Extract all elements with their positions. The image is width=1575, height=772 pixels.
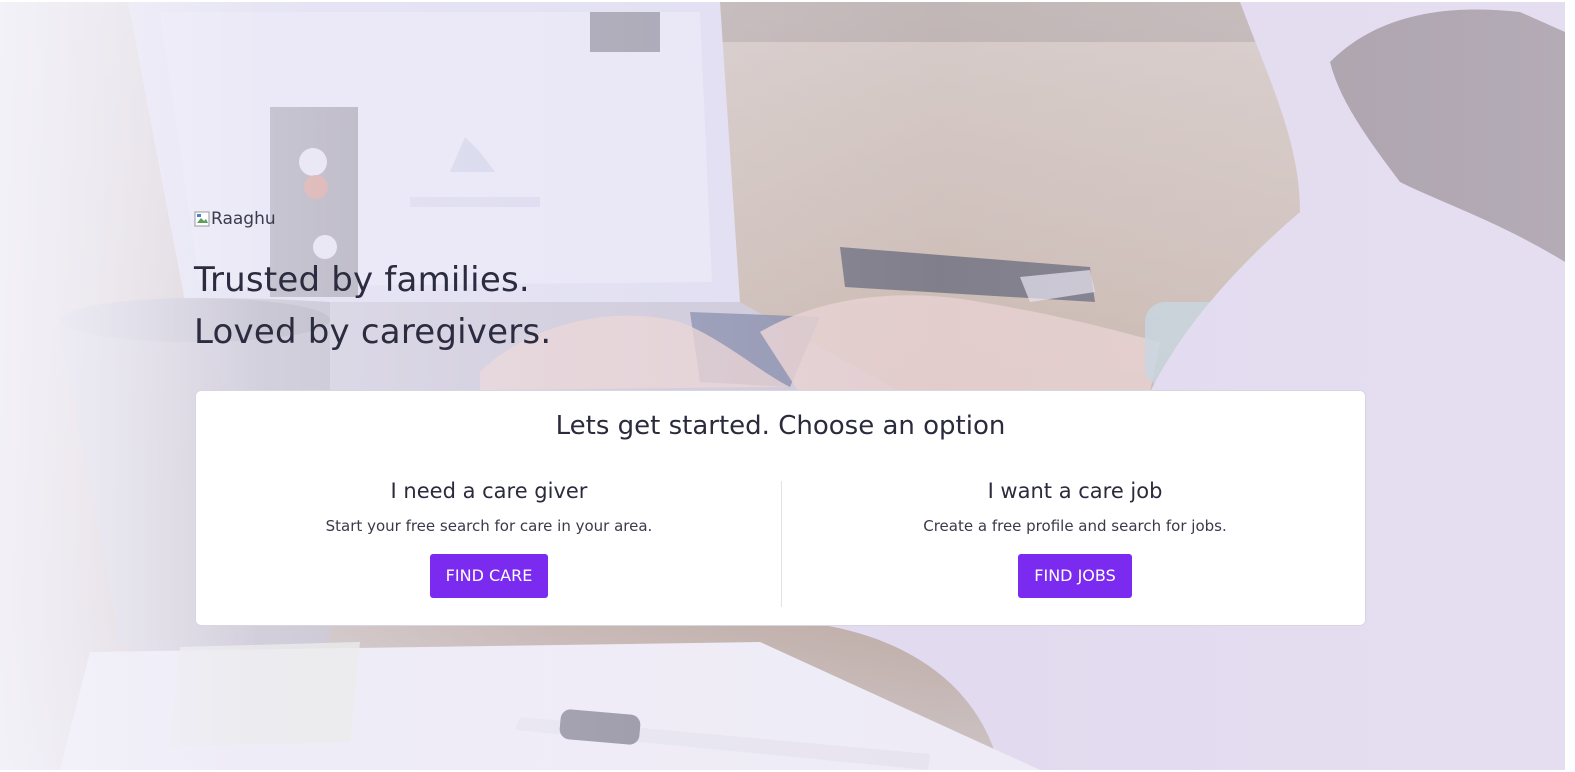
option-heading-care-giver: I need a care giver (390, 479, 588, 503)
background-overlay-left (0, 2, 260, 770)
find-jobs-button[interactable]: FIND JOBS (1018, 554, 1132, 598)
option-find-jobs: I want a care job Create a free profile … (782, 479, 1368, 598)
landing-page: Raaghu Trusted by families. Loved by car… (0, 0, 1575, 772)
card-title: Lets get started. Choose an option (555, 411, 1006, 441)
option-description-care-job: Create a free profile and search for job… (923, 517, 1227, 535)
option-heading-care-job: I want a care job (987, 479, 1163, 503)
find-care-button[interactable]: FIND CARE (429, 554, 549, 598)
logo-alt-text: Raaghu (211, 209, 276, 229)
background-photo (0, 2, 1565, 770)
hero-line-2: Loved by caregivers. (194, 312, 552, 352)
option-find-care: I need a care giver Start your free sear… (196, 479, 782, 598)
get-started-card: Lets get started. Choose an option I nee… (195, 390, 1366, 626)
option-description-care-giver: Start your free search for care in your … (325, 517, 653, 535)
broken-image-icon (194, 211, 210, 227)
hero-headline: Trusted by families. Loved by caregivers… (194, 254, 551, 358)
logo-image[interactable]: Raaghu (194, 209, 276, 229)
hero-line-1: Trusted by families. (194, 260, 530, 300)
